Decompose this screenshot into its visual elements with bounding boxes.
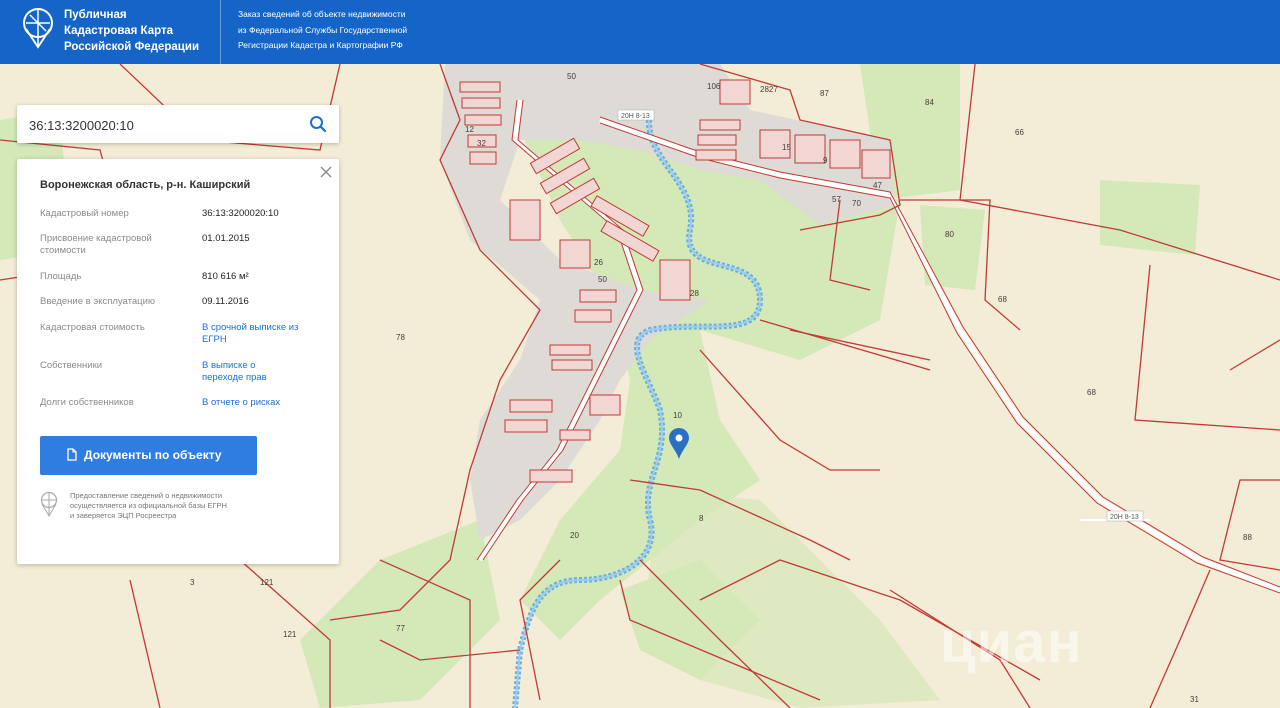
document-icon: [67, 448, 77, 461]
cadastral-number-value: 36:13:3200020:10: [202, 208, 279, 219]
prop-label: Долги собственников: [40, 397, 134, 408]
road-label: 20Н 8-13: [621, 113, 650, 120]
egrn-note-line: осуществляется из официальной базы ЕГРН: [70, 501, 227, 510]
parcel-label: 66: [1015, 128, 1024, 137]
road-label: 20Н 8-13: [1110, 514, 1139, 521]
region-title: Воронежская область, р-н. Каширский: [40, 179, 251, 191]
header-divider: [220, 0, 221, 64]
watermark-logo: циан: [940, 610, 1083, 675]
cadastral-value-link[interactable]: В срочной выписке из ЕГРН: [202, 322, 302, 345]
parcel-label: 88: [1243, 533, 1252, 542]
pkk-logo-icon[interactable]: [22, 7, 54, 49]
parcel-label: 70: [852, 199, 861, 208]
object-info-card: Воронежская область, р-н. Каширский Када…: [17, 159, 339, 564]
order-info-link[interactable]: Заказ сведений об объекте недвижимости и…: [238, 7, 407, 54]
parcel-label: 10: [673, 411, 682, 420]
search-box: [17, 105, 339, 143]
parcel-label: 8: [699, 514, 704, 523]
parcel-label: 20: [570, 531, 579, 540]
owners-link[interactable]: В выписке о переходе прав: [202, 360, 292, 383]
commissioning-date-value: 09.11.2016: [202, 296, 249, 307]
site-title-line: Кадастровая Карта: [64, 25, 174, 37]
prop-label: Кадастровая стоимость: [40, 322, 145, 333]
site-header: Публичная Кадастровая Карта Российской Ф…: [0, 0, 1280, 64]
egrn-note-line: и заверяется ЭЦП Росреестра: [70, 511, 177, 520]
parcel-label: 32: [477, 139, 486, 148]
parcel-label: 80: [945, 230, 954, 239]
close-icon[interactable]: [319, 165, 333, 179]
site-title[interactable]: Публичная Кадастровая Карта Российской Ф…: [64, 7, 199, 55]
parcel-label: 47: [873, 181, 882, 190]
egrn-note: Предоставление сведений о недвижимости о…: [70, 491, 227, 521]
parcel-label: 31: [1190, 695, 1199, 704]
parcel-label: 26: [594, 258, 603, 267]
parcel-label: 84: [925, 98, 934, 107]
order-info-line: Заказ сведений об объекте недвижимости: [238, 9, 406, 19]
parcel-label: 121: [283, 630, 297, 639]
parcel-label: 121: [260, 578, 274, 587]
parcel-label: 3: [190, 578, 195, 587]
prop-label: Присвоение кадастровой стоимости: [40, 233, 152, 256]
prop-label: Собственники: [40, 360, 103, 371]
parcel-label: 9: [823, 156, 828, 165]
valuation-date-value: 01.01.2015: [202, 233, 250, 244]
documents-button[interactable]: Документы по объекту: [40, 436, 257, 475]
site-title-line: Публичная: [64, 9, 127, 21]
prop-label: Площадь: [40, 271, 82, 282]
parcel-label: 106: [707, 82, 721, 91]
documents-button-label: Документы по объекту: [84, 448, 222, 462]
parcel-label: 78: [396, 333, 405, 342]
parcel-label: 77: [396, 624, 405, 633]
parcel-label: 57: [832, 195, 841, 204]
parcel-label: 68: [1087, 388, 1096, 397]
prop-label: Введение в эксплуатацию: [40, 296, 156, 307]
parcel-label: 15: [782, 143, 791, 152]
area-value: 810 616 м²: [202, 271, 249, 282]
parcel-label: 12: [465, 125, 474, 134]
parcel-label: 2827: [760, 85, 778, 94]
parcel-label: 50: [567, 72, 576, 81]
parcel-label: 68: [998, 295, 1007, 304]
order-info-line: Регистрации Кадастра и Картографии РФ: [238, 40, 403, 50]
parcel-label: 87: [820, 89, 829, 98]
egrn-note-line: Предоставление сведений о недвижимости: [70, 491, 223, 500]
certificate-icon: [40, 491, 58, 517]
site-title-line: Российской Федерации: [64, 41, 200, 53]
search-input[interactable]: [27, 114, 301, 136]
parcel-label: 28: [690, 289, 699, 298]
parcel-label: 50: [598, 275, 607, 284]
order-info-line: из Федеральной Службы Государственной: [238, 24, 408, 35]
owner-debts-link[interactable]: В отчете о рисках: [202, 397, 322, 409]
search-icon[interactable]: [309, 115, 327, 133]
prop-label: Кадастровый номер: [40, 208, 129, 219]
